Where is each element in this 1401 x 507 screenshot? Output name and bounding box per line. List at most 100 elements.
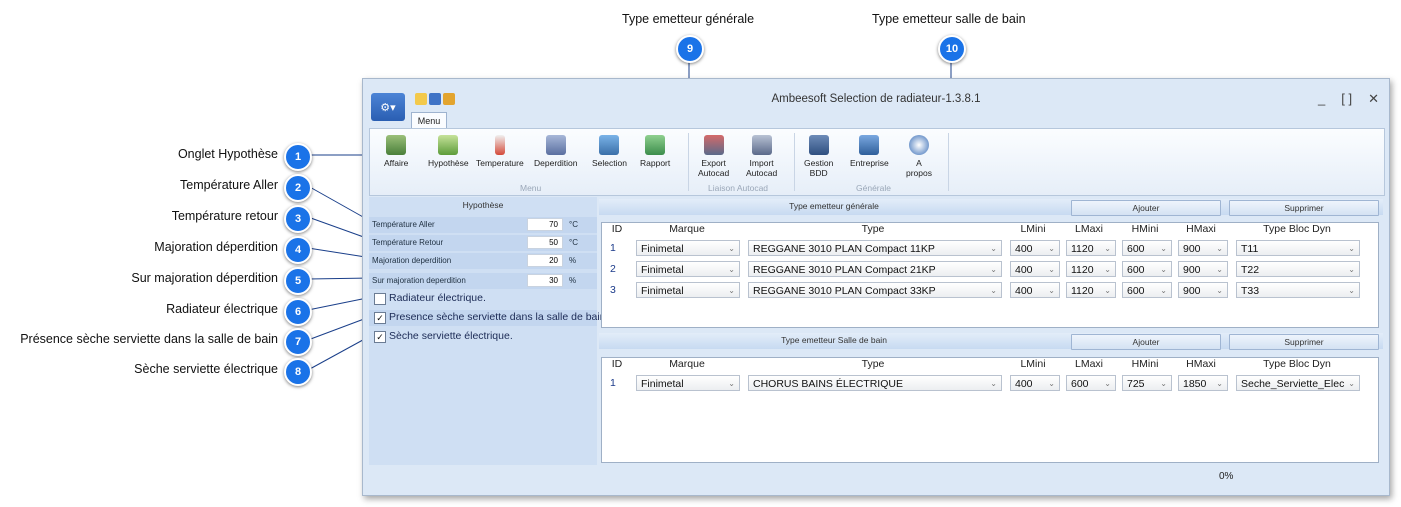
col-type-bloc-dyn[interactable]: Type Bloc Dyn <box>1232 358 1362 372</box>
temp-retour-input[interactable]: 50 <box>527 236 563 249</box>
chevron-down-icon: ⌄ <box>1048 244 1055 253</box>
hmini-select[interactable]: 600 ⌄ <box>1122 282 1172 298</box>
bath-remove-button[interactable]: Supprimer <box>1229 334 1379 350</box>
temperature-button[interactable]: Temperature <box>476 135 524 168</box>
lmaxi-select[interactable]: 1120 ⌄ <box>1066 282 1116 298</box>
type-select[interactable]: REGGANE 3010 PLAN Compact 33KP ⌄ <box>748 282 1002 298</box>
bloc-select[interactable]: Seche_Serviette_Elec ⌄ <box>1236 375 1360 391</box>
col-lmaxi[interactable]: LMaxi <box>1062 358 1116 372</box>
col-marque[interactable]: Marque <box>632 358 742 372</box>
hyp-row-majoration: Majoration deperdition 20 % <box>369 253 597 269</box>
bath-add-button[interactable]: Ajouter <box>1071 334 1221 350</box>
apropos-button[interactable]: Apropos <box>906 135 932 178</box>
callout-label-1: Onglet Hypothèse <box>177 147 278 161</box>
deperdition-button[interactable]: Deperdition <box>534 135 577 168</box>
hmaxi-select[interactable]: 900 ⌄ <box>1178 282 1228 298</box>
close-button[interactable]: ✕ <box>1368 91 1379 107</box>
export-autocad-button[interactable]: Export Autocad <box>698 135 729 178</box>
lmini-select[interactable]: 400 ⌄ <box>1010 240 1060 256</box>
radiateur-electrique-checkbox[interactable] <box>374 293 386 305</box>
hmaxi-select[interactable]: 900 ⌄ <box>1178 240 1228 256</box>
bloc-select[interactable]: T22 ⌄ <box>1236 261 1360 277</box>
checkbox-label: Presence sèche serviette dans la salle d… <box>389 311 606 323</box>
col-hmaxi[interactable]: HMaxi <box>1174 358 1228 372</box>
type-select[interactable]: CHORUS BAINS ÉLECTRIQUE ⌄ <box>748 375 1002 391</box>
hmaxi-select[interactable]: 900 ⌄ <box>1178 261 1228 277</box>
gestion-bdd-button[interactable]: Gestion BDD <box>804 135 833 178</box>
affaire-button[interactable]: Affaire <box>384 135 408 168</box>
col-id[interactable]: ID <box>602 358 632 372</box>
section-bath-title: Type emetteur Salle de bain <box>781 335 887 345</box>
row-id: 2 <box>610 263 616 275</box>
entreprise-button[interactable]: Entreprise <box>850 135 889 168</box>
hmaxi-select[interactable]: 1850 ⌄ <box>1178 375 1228 391</box>
lmaxi-select[interactable]: 1120 ⌄ <box>1066 261 1116 277</box>
col-hmini[interactable]: HMini <box>1118 223 1172 237</box>
type-select[interactable]: REGGANE 3010 PLAN Compact 11KP ⌄ <box>748 240 1002 256</box>
presence-seche-serviette-checkbox-row[interactable]: ✓ Presence sèche serviette dans la salle… <box>369 310 606 326</box>
table-row[interactable]: 1 Finimetal ⌄ REGGANE 3010 PLAN Compact 1… <box>602 238 1378 258</box>
marque-select[interactable]: Finimetal ⌄ <box>636 375 740 391</box>
marque-select[interactable]: Finimetal ⌄ <box>636 282 740 298</box>
hmini-select[interactable]: 600 ⌄ <box>1122 261 1172 277</box>
seche-serviette-electrique-checkbox[interactable]: ✓ <box>374 331 386 343</box>
col-lmini[interactable]: LMini <box>1006 223 1060 237</box>
chevron-down-icon: ⌄ <box>1160 379 1167 388</box>
col-lmini[interactable]: LMini <box>1006 358 1060 372</box>
bloc-select[interactable]: T11 ⌄ <box>1236 240 1360 256</box>
bloc-value: Seche_Serviette_Elec <box>1241 378 1345 390</box>
maximize-button[interactable]: [ ] <box>1341 91 1352 107</box>
col-type-bloc-dyn[interactable]: Type Bloc Dyn <box>1232 223 1362 237</box>
table-row[interactable]: 1 Finimetal ⌄ CHORUS BAINS ÉLECTRIQUE ⌄ 40… <box>602 373 1378 393</box>
col-type[interactable]: Type <box>744 358 1002 372</box>
col-marque[interactable]: Marque <box>632 223 742 237</box>
import-label-1: Import <box>749 158 774 168</box>
import-autocad-button[interactable]: Import Autocad <box>746 135 777 178</box>
chevron-down-icon: ⌄ <box>1104 265 1111 274</box>
sur-majoration-input[interactable]: 30 <box>527 274 563 287</box>
export-label-2: Autocad <box>698 168 730 178</box>
hypothese-button[interactable]: Hypothèse <box>428 135 469 168</box>
lmaxi-select[interactable]: 1120 ⌄ <box>1066 240 1116 256</box>
col-hmini[interactable]: HMini <box>1118 358 1172 372</box>
type-value: REGGANE 3010 PLAN Compact 33KP <box>753 285 936 297</box>
marque-select[interactable]: Finimetal ⌄ <box>636 261 740 277</box>
table-row[interactable]: 2 Finimetal ⌄ REGGANE 3010 PLAN Compact 2… <box>602 259 1378 279</box>
col-hmaxi[interactable]: HMaxi <box>1174 223 1228 237</box>
presence-seche-serviette-checkbox[interactable]: ✓ <box>374 312 386 324</box>
general-remove-button[interactable]: Supprimer <box>1229 200 1379 216</box>
marque-value: Finimetal <box>641 243 684 255</box>
chevron-down-icon: ⌄ <box>1104 379 1111 388</box>
temp-aller-input[interactable]: 70 <box>527 218 563 231</box>
hmini-select[interactable]: 725 ⌄ <box>1122 375 1172 391</box>
marque-select[interactable]: Finimetal ⌄ <box>636 240 740 256</box>
lmini-select[interactable]: 400 ⌄ <box>1010 375 1060 391</box>
col-lmaxi[interactable]: LMaxi <box>1062 223 1116 237</box>
callout-badge-7: 7 <box>284 328 312 356</box>
lmini-select[interactable]: 400 ⌄ <box>1010 282 1060 298</box>
lmaxi-select[interactable]: 600 ⌄ <box>1066 375 1116 391</box>
lmini-select[interactable]: 400 ⌄ <box>1010 261 1060 277</box>
chevron-down-icon: ⌄ <box>728 265 735 274</box>
table-row[interactable]: 3 Finimetal ⌄ REGGANE 3010 PLAN Compact 3… <box>602 280 1378 300</box>
col-id[interactable]: ID <box>602 223 632 237</box>
tab-menu[interactable]: Menu <box>411 112 447 129</box>
entreprise-icon <box>859 135 880 155</box>
seche-serviette-electrique-checkbox-row[interactable]: ✓ Sèche serviette électrique. <box>369 329 597 345</box>
hmini-select[interactable]: 600 ⌄ <box>1122 240 1172 256</box>
chevron-down-icon: ⌄ <box>1348 286 1355 295</box>
bloc-select[interactable]: T33 ⌄ <box>1236 282 1360 298</box>
marque-value: Finimetal <box>641 264 684 276</box>
type-select[interactable]: REGGANE 3010 PLAN Compact 21KP ⌄ <box>748 261 1002 277</box>
help-icon <box>909 135 929 155</box>
minimize-button[interactable]: _ <box>1318 91 1325 107</box>
col-type[interactable]: Type <box>744 223 1002 237</box>
majoration-input[interactable]: 20 <box>527 254 563 267</box>
hypothese-panel: Hypothèse Température Aller 70 °C Tempér… <box>369 197 606 465</box>
general-add-button[interactable]: Ajouter <box>1071 200 1221 216</box>
callout-label-7: Présence sèche serviette dans la salle d… <box>20 332 278 346</box>
rapport-button[interactable]: Rapport <box>640 135 670 168</box>
selection-button[interactable]: Selection <box>592 135 627 168</box>
radiateur-electrique-checkbox-row[interactable]: Radiateur électrique. <box>369 291 597 307</box>
callout-label-9: Type emetteur générale <box>622 12 755 26</box>
